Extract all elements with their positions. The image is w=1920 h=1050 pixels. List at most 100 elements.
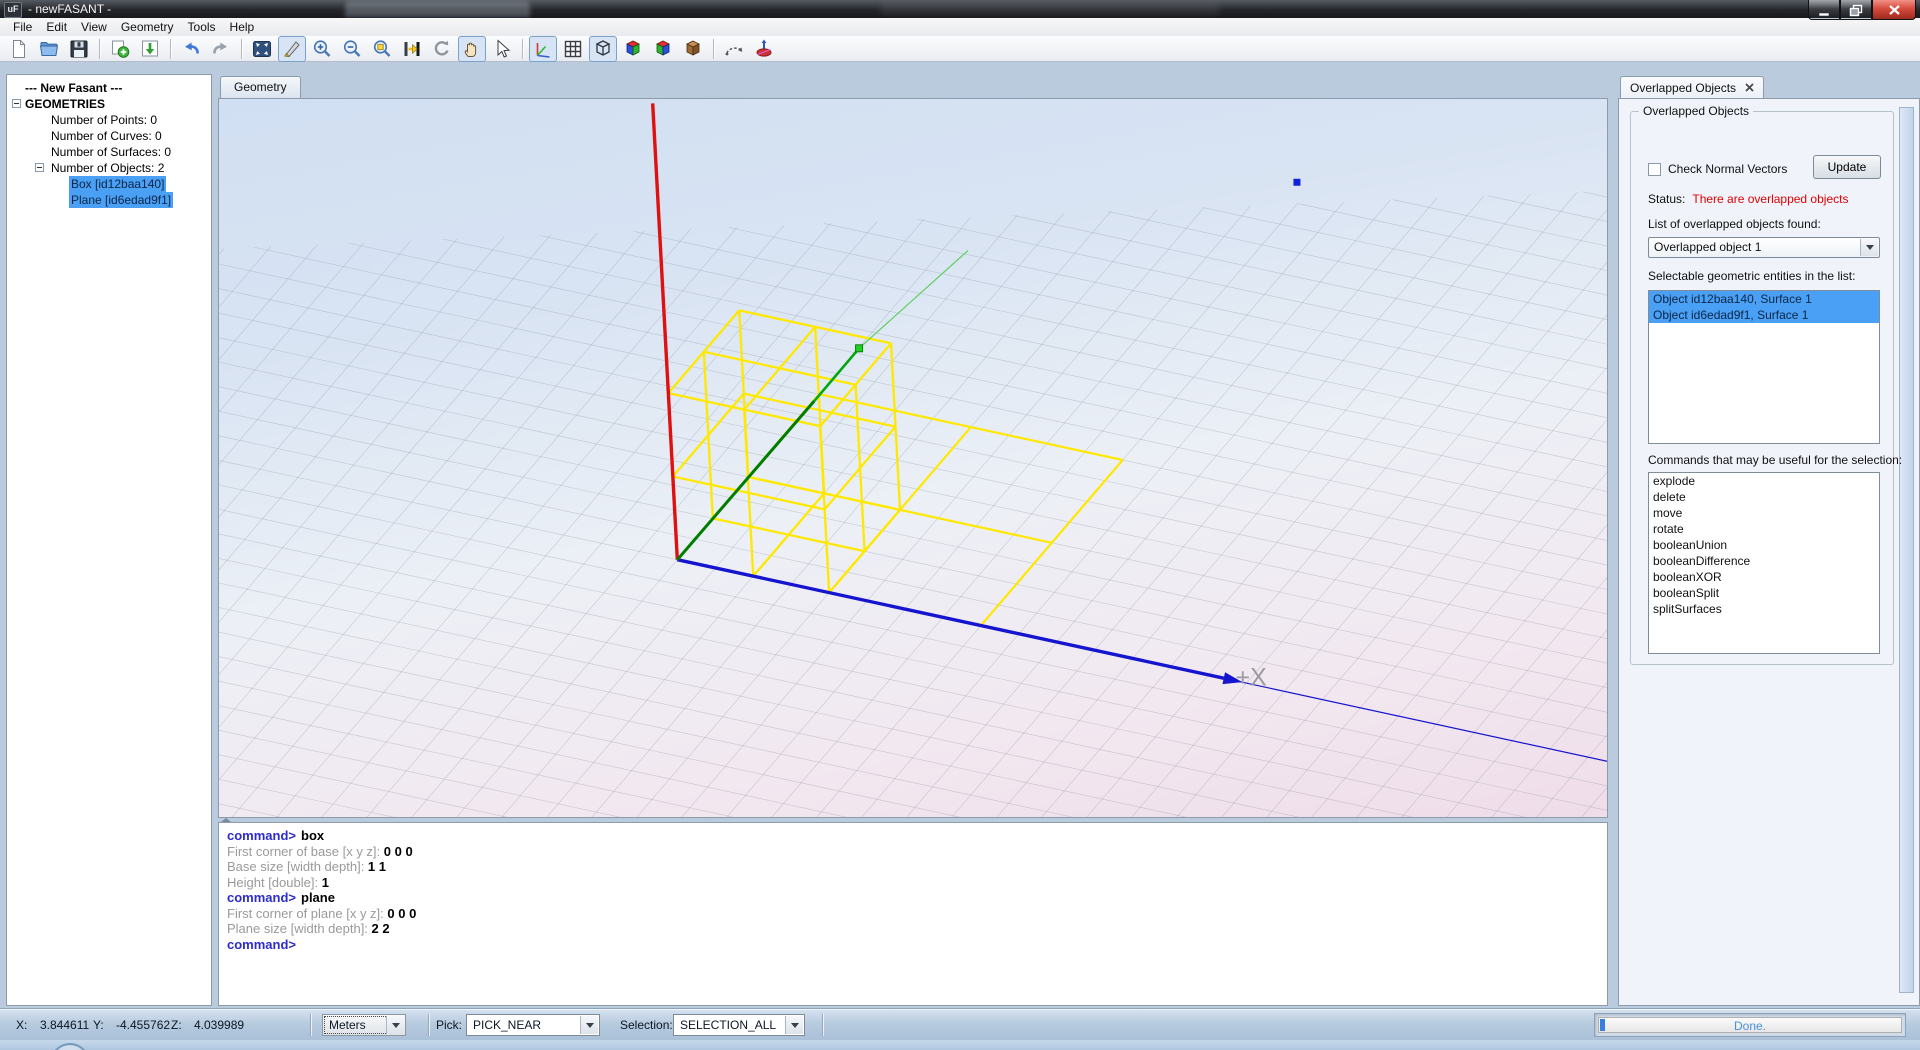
progress-text: Done.: [1599, 1019, 1901, 1033]
import-geometry-button[interactable]: [136, 36, 164, 62]
smooth-shaded-view-button[interactable]: [649, 36, 677, 62]
smooth-shaded-cube-icon: [652, 38, 674, 60]
checkbox-label: Check Normal Vectors: [1668, 162, 1787, 176]
toolbar-separator: [713, 39, 714, 59]
restore-button[interactable]: [1840, 0, 1872, 20]
rotate-animation-button[interactable]: [720, 36, 748, 62]
list-item[interactable]: delete: [1649, 489, 1879, 505]
overlapped-list-label: List of overlapped objects found:: [1648, 217, 1821, 231]
overlapped-objects-dropdown[interactable]: Overlapped object 1: [1648, 237, 1880, 258]
new-file-button[interactable]: [5, 36, 33, 62]
zoom-in-button[interactable]: [308, 36, 336, 62]
list-item[interactable]: booleanDifference: [1649, 553, 1879, 569]
title-bar[interactable]: uF - newFASANT -: [0, 0, 1920, 18]
commands-list[interactable]: explode delete move rotate booleanUnion …: [1648, 472, 1880, 654]
show-axes-button[interactable]: [529, 36, 557, 62]
show-grid-button[interactable]: [559, 36, 587, 62]
list-item[interactable]: explode: [1649, 473, 1879, 489]
menu-file[interactable]: File: [6, 19, 39, 35]
coord-x-value: 3.844611: [40, 1018, 89, 1032]
wireframe-view-button[interactable]: [589, 36, 617, 62]
list-item[interactable]: booleanXOR: [1649, 569, 1879, 585]
pointer-button[interactable]: [488, 36, 516, 62]
rotate-view-icon: [431, 38, 453, 60]
selection-label: Selection:: [620, 1018, 673, 1032]
tab-geometry[interactable]: Geometry: [220, 76, 301, 98]
geometry-tree-panel[interactable]: --- New Fasant --- GEOMETRIES Number of …: [6, 74, 212, 1006]
console-line: Base size [width depth]: 1 1: [227, 859, 1599, 875]
toolbar-separator: [170, 39, 171, 59]
fit-view-button[interactable]: [248, 36, 276, 62]
move-view-button[interactable]: [398, 36, 426, 62]
list-item[interactable]: splitSurfaces: [1649, 601, 1879, 617]
panel-scrollbar[interactable]: [1899, 107, 1914, 993]
list-item[interactable]: booleanSplit: [1649, 585, 1879, 601]
progress-panel: Done.: [1594, 1013, 1906, 1037]
menu-help[interactable]: Help: [223, 19, 262, 35]
chevron-down-icon[interactable]: [580, 1016, 598, 1034]
console-prompt-line[interactable]: command>: [227, 937, 1599, 953]
tree-item-points[interactable]: Number of Points: 0: [7, 112, 211, 128]
console-line: First corner of plane [x y z]: 0 0 0: [227, 906, 1599, 922]
menu-view[interactable]: View: [74, 19, 114, 35]
menu-tools[interactable]: Tools: [181, 19, 223, 35]
list-item[interactable]: rotate: [1649, 521, 1879, 537]
menu-geometry[interactable]: Geometry: [114, 19, 181, 35]
close-button[interactable]: [1872, 0, 1916, 20]
flat-shaded-view-button[interactable]: [619, 36, 647, 62]
units-value: Meters: [329, 1018, 366, 1032]
move-view-icon: [401, 38, 423, 60]
chevron-down-icon[interactable]: [785, 1016, 803, 1034]
chevron-down-icon[interactable]: [1860, 239, 1878, 256]
units-dropdown[interactable]: Meters: [322, 1014, 406, 1036]
minimize-button[interactable]: [1808, 0, 1840, 20]
tree-item-curves[interactable]: Number of Curves: 0: [7, 128, 211, 144]
list-item[interactable]: booleanUnion: [1649, 537, 1879, 553]
tree-item-box[interactable]: Box [id12baa140]: [7, 176, 211, 192]
command-console[interactable]: command>box First corner of base [x y z]…: [218, 822, 1608, 1006]
rotate-view-button[interactable]: [428, 36, 456, 62]
tree-node-objects[interactable]: Number of Objects: 2: [7, 160, 211, 176]
list-item[interactable]: Object id6edad9f1, Surface 1: [1649, 307, 1879, 323]
commands-label: Commands that may be useful for the sele…: [1648, 453, 1902, 467]
tree-root[interactable]: --- New Fasant ---: [7, 80, 211, 96]
overlapped-objects-panel: Overlapped Objects Overlapped Objects Ch…: [1618, 74, 1920, 1006]
zoom-out-button[interactable]: [338, 36, 366, 62]
pan-view-button[interactable]: [458, 36, 486, 62]
tree-node-geometries[interactable]: GEOMETRIES: [7, 96, 211, 112]
tree-item-plane[interactable]: Plane [id6edad9f1]: [7, 192, 211, 208]
save-button[interactable]: [65, 36, 93, 62]
pick-mode-dropdown[interactable]: PICK_NEAR: [466, 1014, 600, 1036]
tree-expander[interactable]: [35, 163, 44, 172]
solid-view-button[interactable]: [679, 36, 707, 62]
axis-label-x: +X: [1236, 663, 1268, 691]
undo-button[interactable]: [177, 36, 205, 62]
tab-overlapped-objects[interactable]: Overlapped Objects: [1620, 76, 1764, 98]
update-button[interactable]: Update: [1813, 155, 1881, 179]
start-orb-partial[interactable]: [50, 1043, 90, 1050]
list-item[interactable]: move: [1649, 505, 1879, 521]
status-row: Status:There are overlapped objects: [1648, 192, 1848, 206]
viewport-3d[interactable]: +X: [218, 98, 1608, 818]
console-line: command>box: [227, 828, 1599, 844]
zoom-window-button[interactable]: [368, 36, 396, 62]
tree-item-surfaces[interactable]: Number of Surfaces: 0: [7, 144, 211, 160]
select-tool-button[interactable]: [278, 36, 306, 62]
check-normal-vectors-checkbox[interactable]: [1648, 163, 1661, 176]
redo-button[interactable]: [207, 36, 235, 62]
group-title: Overlapped Objects: [1639, 104, 1753, 118]
pick-value: PICK_NEAR: [473, 1018, 541, 1032]
selection-mode-dropdown[interactable]: SELECTION_ALL: [673, 1014, 805, 1036]
tree-expander[interactable]: [12, 99, 21, 108]
coord-z-value: 4.039989: [194, 1018, 244, 1032]
menu-edit[interactable]: Edit: [39, 19, 74, 35]
add-object-button[interactable]: [106, 36, 134, 62]
spin-view-button[interactable]: [750, 36, 778, 62]
open-file-button[interactable]: [35, 36, 63, 62]
chevron-down-icon[interactable]: [386, 1016, 404, 1034]
close-tab-icon[interactable]: [1745, 83, 1754, 92]
list-item[interactable]: Object id12baa140, Surface 1: [1649, 291, 1879, 307]
import-icon: [139, 38, 161, 60]
console-line: Height [double]: 1: [227, 875, 1599, 891]
entities-list[interactable]: Object id12baa140, Surface 1 Object id6e…: [1648, 290, 1880, 444]
